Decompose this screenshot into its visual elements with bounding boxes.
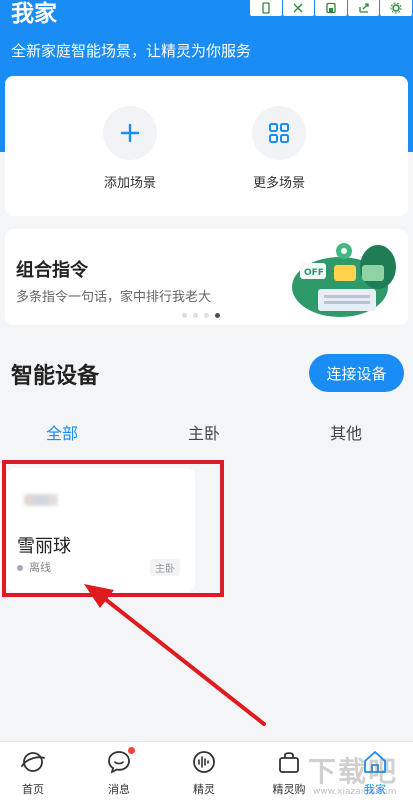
more-scenes-label: 更多场景 [252,176,305,191]
off-switch-label: OFF [304,268,324,278]
shopping-bag-icon [279,752,299,773]
nav-genie-label: 精灵 [193,783,215,796]
nav-genie[interactable]: 精灵 [174,748,234,797]
share-icon[interactable] [347,0,380,16]
tab-all[interactable]: 全部 [22,420,102,444]
more-scenes-button[interactable]: 更多场景 [219,106,339,191]
tab-other[interactable]: 其他 [306,420,386,444]
carousel-dot-active[interactable] [215,313,220,318]
voice-wave-icon [193,751,215,773]
connect-device-button[interactable]: 连接设备 [309,354,404,392]
room-tabs: 全部 主卧 其他 [0,420,413,448]
highlight-annotation-box [2,460,224,597]
watermark-logo: 下载吧 [308,755,399,788]
tab-master-bedroom[interactable]: 主卧 [164,420,244,444]
combo-title: 组合指令 [16,260,88,281]
nav-messages-label: 消息 [108,783,130,796]
page-title: 我家 [11,1,57,27]
chat-bubble-icon [105,747,135,776]
nav-home[interactable]: 首页 [3,748,63,797]
combo-command-banner[interactable]: 组合指令 多条指令一句话，家中排行我老大 OFF [5,229,408,325]
carousel-dot[interactable] [182,313,187,318]
grid-icon [252,106,306,160]
nav-home-label: 首页 [22,783,44,796]
nav-messages[interactable]: 消息 [89,747,149,797]
carousel-dot[interactable] [193,313,198,318]
add-scene-label: 添加场景 [103,176,156,191]
notification-badge [128,747,135,754]
carousel-dots [182,313,220,318]
planet-icon [21,752,45,772]
watermark-url: www.xiazaiba.com [313,787,397,797]
phone-icon[interactable] [250,0,282,16]
save-icon[interactable] [315,0,347,16]
plus-icon [103,106,157,160]
combo-subtitle: 多条指令一句话，家中排行我老大 [16,290,212,305]
settings-icon[interactable] [380,0,412,16]
page-subtitle: 全新家庭智能场景，让精灵为你服务 [11,42,252,60]
add-scene-button[interactable]: 添加场景 [70,106,190,191]
expand-icon[interactable] [282,0,315,16]
devices-section-title: 智能设备 [11,364,100,389]
carousel-dot[interactable] [204,313,209,318]
scene-card: 添加场景 更多场景 [5,76,408,216]
top-toolbar [250,0,413,16]
combo-illustration: OFF [292,243,396,317]
